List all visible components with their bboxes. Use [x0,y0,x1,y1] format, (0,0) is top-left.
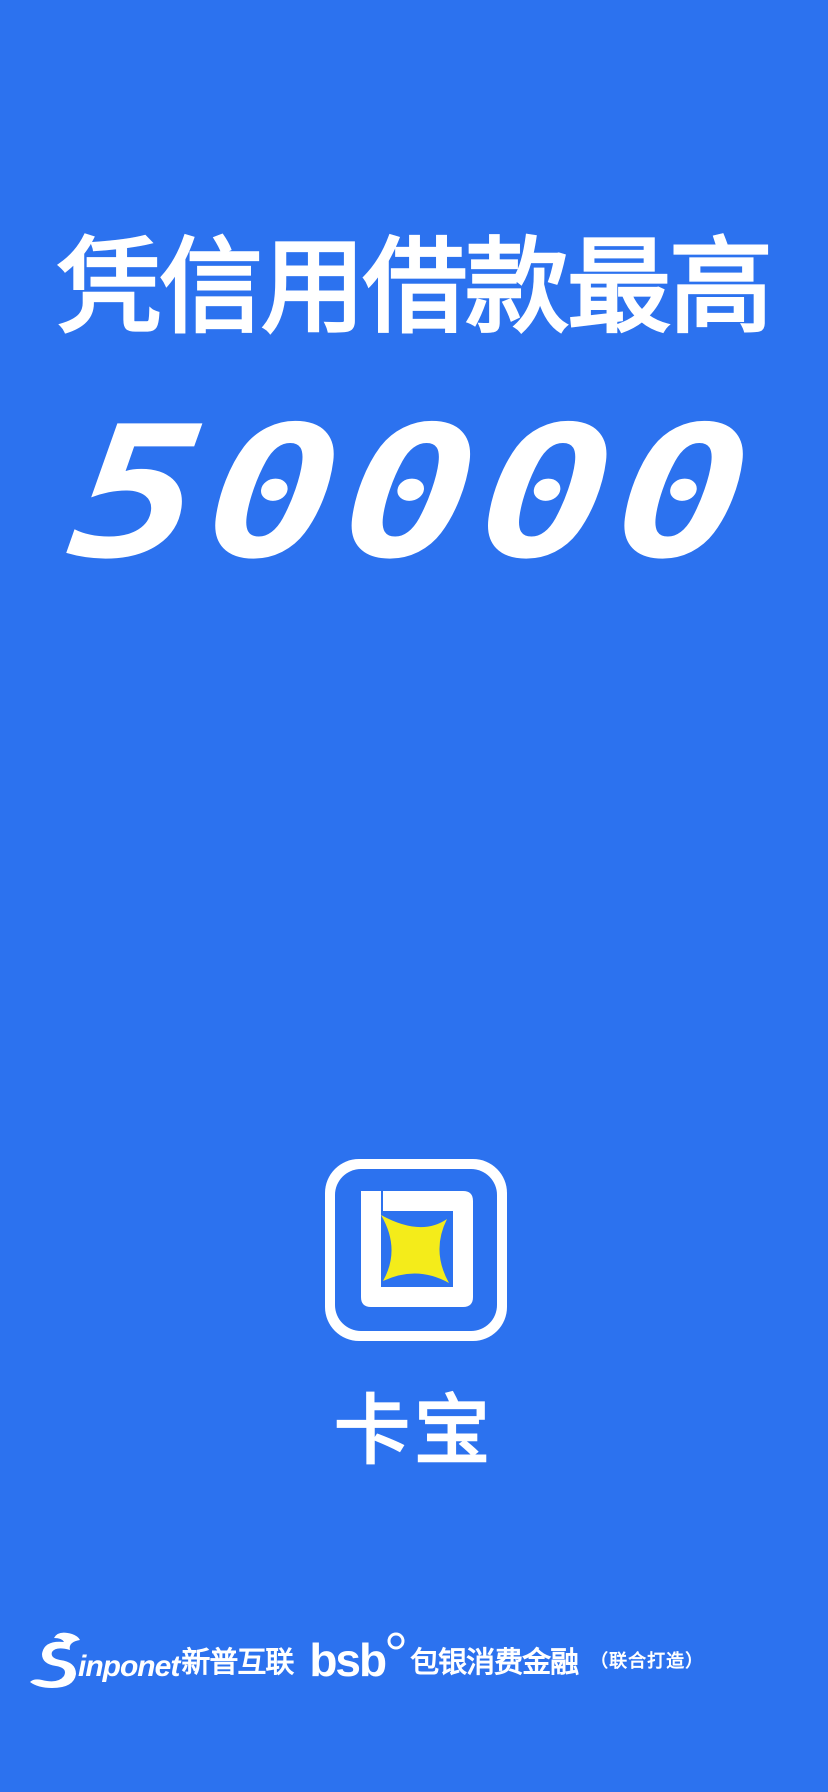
sinponet-wordmark: inponet [78,1650,180,1683]
kabao-app-logo-icon [325,1159,507,1341]
promo-headline: 凭信用借款最高 [56,226,773,348]
partner-note: （联合打造） [590,1651,705,1672]
bsb-wordmark: bsb [309,1634,387,1686]
bsb-cn-name: 包银消费金融 [410,1645,579,1679]
app-logo [321,1155,511,1345]
partner-footer: inponet 新普互联 bsb 包银消费金融 （联合打造） [28,1630,800,1690]
sinponet-cn-name: 新普互联 [181,1645,294,1679]
sinponet-swoosh-icon [30,1632,80,1688]
app-name: 卡宝 [334,1386,494,1475]
promo-amount: 50000 [59,387,769,599]
sinponet-logo: inponet [28,1630,180,1690]
splash-screen: 凭信用借款最高 50000 卡宝 inponet 新普互联 bsb 包银消费金融… [0,0,828,1792]
bsb-ring-icon [387,1632,405,1650]
bsb-logo: bsb [309,1632,406,1686]
